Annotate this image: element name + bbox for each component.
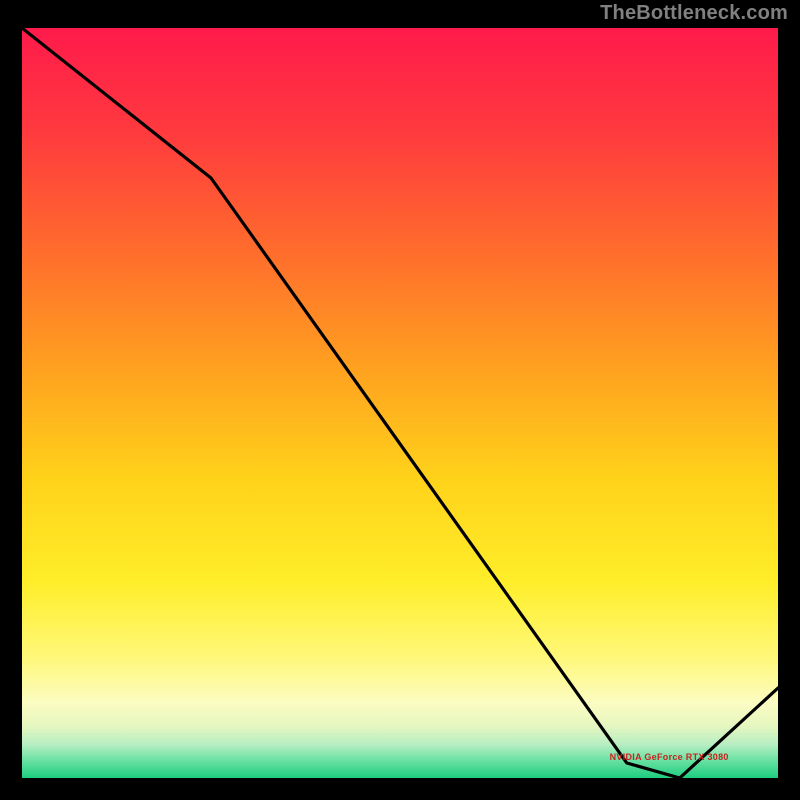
attribution-watermark: TheBottleneck.com: [600, 2, 788, 25]
chart-frame: TheBottleneck.com NVIDIA GeForce RTX 308…: [0, 0, 800, 800]
bottleneck-curve: [22, 28, 778, 778]
optimal-gpu-label: NVIDIA GeForce RTX 3080: [610, 752, 729, 762]
plot-area: NVIDIA GeForce RTX 3080: [22, 28, 778, 778]
